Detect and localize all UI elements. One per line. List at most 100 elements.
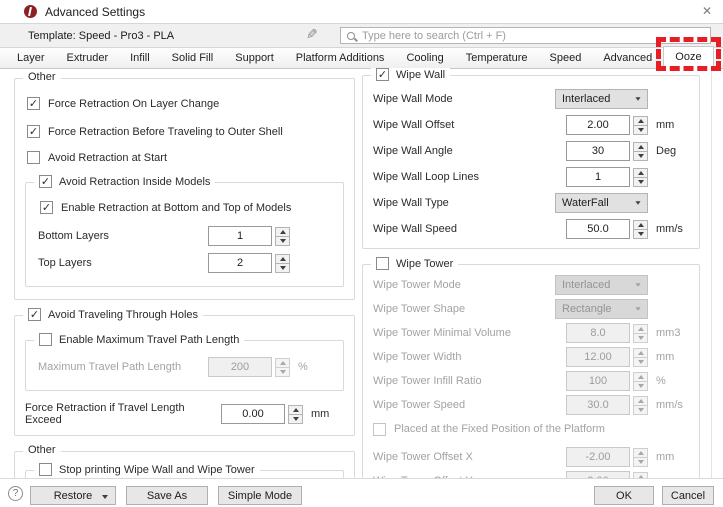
app-logo-icon	[24, 5, 37, 18]
search-input[interactable]	[362, 30, 704, 42]
group-title: Other	[23, 444, 61, 456]
group-wipe-wall: ✓ Wipe Wall Wipe Wall Mode Interlaced . …	[362, 75, 700, 249]
dropdown-value: WaterFall	[562, 197, 635, 209]
spin-value[interactable]: 30	[566, 141, 630, 161]
spin-value[interactable]: 1	[208, 226, 272, 246]
group-avoid-retraction-inside-models: ✓ Avoid Retraction Inside Models ✓ Enabl…	[25, 182, 344, 287]
wipe-wall-offset-input: 2.00	[566, 115, 648, 135]
wipe-tower-infill-ratio-input: 100	[566, 371, 648, 391]
spin-down-button[interactable]	[633, 229, 648, 239]
field-label: Wipe Tower Mode	[373, 279, 555, 291]
tab-temperature[interactable]: Temperature	[455, 48, 539, 68]
wipe-tower-speed-input: 30.0	[566, 395, 648, 415]
tab-layer[interactable]: Layer	[6, 48, 56, 68]
top-layers-input: 2	[208, 253, 290, 273]
field-label: Wipe Wall Mode	[373, 93, 555, 105]
chevron-down-icon	[635, 283, 640, 286]
cancel-button[interactable]: Cancel	[662, 486, 714, 505]
wipe-wall-angle-input: 30	[566, 141, 648, 161]
field-label: Wipe Tower Infill Ratio	[373, 375, 566, 387]
wipe-wall-type-dropdown[interactable]: WaterFall	[555, 193, 648, 213]
field-label: Wipe Wall Loop Lines	[373, 171, 566, 183]
save-as-button[interactable]: Save As	[126, 486, 208, 505]
tab-platform-additions[interactable]: Platform Additions	[285, 48, 396, 68]
field-label: Force Retraction if Travel Length Exceed	[25, 402, 221, 426]
spin-value: 100	[566, 371, 630, 391]
force-retraction-travel-length-row: Force Retraction if Travel Length Exceed…	[25, 404, 344, 424]
tab-extruder[interactable]: Extruder	[56, 48, 120, 68]
group-title: Wipe Tower	[396, 258, 453, 270]
spin-value: 200	[208, 357, 272, 377]
spin-down-button[interactable]	[288, 414, 303, 424]
wipe-wall-offset-row: Wipe Wall Offset 2.00 mm	[373, 112, 689, 138]
help-icon[interactable]: ?	[8, 486, 23, 501]
force-retraction-outer-shell-checkbox[interactable]: ✓	[27, 125, 40, 138]
field-label: Wipe Tower Speed	[373, 399, 566, 411]
spin-down-button	[633, 405, 648, 415]
spin-value[interactable]: 1	[566, 167, 630, 187]
tab-advanced[interactable]: Advanced	[592, 48, 663, 68]
wipe-wall-checkbox[interactable]: ✓	[376, 68, 389, 81]
avoid-retraction-start-checkbox[interactable]	[27, 151, 40, 164]
unit-label: mm/s	[656, 399, 689, 411]
wipe-tower-checkbox[interactable]	[376, 257, 389, 270]
enable-max-travel-path-checkbox[interactable]	[39, 333, 52, 346]
force-retraction-layer-change-checkbox[interactable]: ✓	[27, 97, 40, 110]
tab-solid-fill[interactable]: Solid Fill	[161, 48, 225, 68]
spin-down-button[interactable]	[633, 125, 648, 135]
wipe-wall-type-row: Wipe Wall Type WaterFall .	[373, 190, 689, 216]
field-label: Top Layers	[38, 257, 208, 269]
spin-down-button	[275, 367, 290, 377]
tab-support[interactable]: Support	[224, 48, 285, 68]
spin-down-button[interactable]	[633, 177, 648, 187]
ok-button[interactable]: OK	[594, 486, 654, 505]
group-title: Enable Maximum Travel Path Length	[59, 334, 239, 346]
scroll-edge-divider	[711, 69, 712, 478]
group-checkbox-legend: Wipe Tower	[371, 257, 458, 270]
avoid-traveling-through-holes-checkbox[interactable]: ✓	[28, 308, 41, 321]
spin-value[interactable]: 50.0	[566, 219, 630, 239]
tab-bar: Layer Extruder Infill Solid Fill Support…	[0, 48, 723, 69]
spin-value[interactable]: 0.00	[221, 404, 285, 424]
group-title: Avoid Traveling Through Holes	[48, 309, 198, 321]
wipe-tower-mode-row: Wipe Tower Mode Interlaced .	[373, 273, 689, 297]
spin-value[interactable]: 2.00	[566, 115, 630, 135]
tab-ooze[interactable]: Ooze	[663, 46, 713, 69]
enable-retraction-bottom-top-checkbox[interactable]: ✓	[40, 201, 53, 214]
template-label: Template: Speed - Pro3 - PLA	[28, 30, 174, 42]
template-bar: Template: Speed - Pro3 - PLA ✎	[0, 23, 723, 48]
spin-down-button[interactable]	[275, 236, 290, 246]
group-wipe-tower: Wipe Tower Wipe Tower Mode Interlaced . …	[362, 264, 700, 498]
tab-speed[interactable]: Speed	[539, 48, 593, 68]
spin-value: 30.0	[566, 395, 630, 415]
stop-printing-wipe-checkbox[interactable]	[39, 463, 52, 476]
bottom-layers-row: Bottom Layers 1	[38, 226, 331, 246]
dropdown-value: Interlaced	[562, 93, 635, 105]
group-title: Wipe Wall	[396, 69, 445, 81]
spin-down-button[interactable]	[633, 151, 648, 161]
right-panel: ✓ Wipe Wall Wipe Wall Mode Interlaced . …	[362, 75, 700, 507]
wipe-tower-speed-row: Wipe Tower Speed 30.0 mm/s	[373, 393, 689, 417]
unit-label: mm	[656, 119, 689, 131]
edit-template-icon[interactable]: ✎	[306, 26, 318, 43]
check-icon: ✓	[29, 99, 38, 109]
search-box[interactable]	[340, 27, 711, 44]
wipe-wall-loop-lines-row: Wipe Wall Loop Lines 1	[373, 164, 689, 190]
wipe-wall-angle-row: Wipe Wall Angle 30 Deg	[373, 138, 689, 164]
dropdown-value: Rectangle	[562, 303, 635, 315]
avoid-retraction-inside-models-checkbox[interactable]: ✓	[39, 175, 52, 188]
spin-value: 12.00	[566, 347, 630, 367]
spin-down-button[interactable]	[275, 263, 290, 273]
close-icon[interactable]: ✕	[702, 4, 712, 18]
tab-infill[interactable]: Infill	[119, 48, 161, 68]
simple-mode-button[interactable]: Simple Mode	[218, 486, 302, 505]
restore-button[interactable]: Restore	[30, 486, 116, 505]
tab-cooling[interactable]: Cooling	[395, 48, 454, 68]
wipe-wall-mode-dropdown[interactable]: Interlaced	[555, 89, 648, 109]
enable-retraction-bottom-top-row: ✓ Enable Retraction at Bottom and Top of…	[40, 201, 331, 214]
advanced-settings-dialog: Advanced Settings ✕ Template: Speed - Pr…	[0, 0, 723, 507]
tab-other[interactable]: Other	[714, 48, 723, 68]
group-avoid-traveling-through-holes: ✓ Avoid Traveling Through Holes Enable M…	[14, 315, 355, 436]
group-other-retraction: Other ✓ Force Retraction On Layer Change…	[14, 78, 355, 300]
spin-value[interactable]: 2	[208, 253, 272, 273]
